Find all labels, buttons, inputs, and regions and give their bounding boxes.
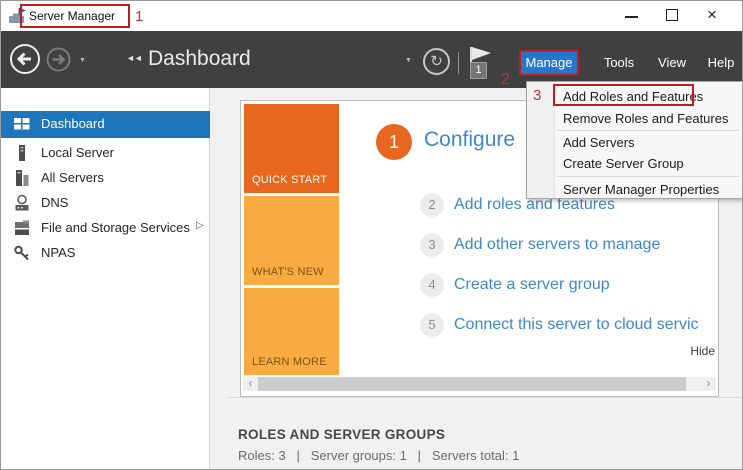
notification-count-badge[interactable]: 1 — [470, 62, 487, 79]
menu-view[interactable]: View — [650, 50, 694, 76]
expand-chevron-icon[interactable]: ▷ — [196, 220, 204, 231]
step-3-link[interactable]: Add other servers to manage — [454, 233, 660, 257]
menu-separator — [557, 176, 739, 177]
step-1-link[interactable]: Configure — [424, 128, 515, 152]
annotation-number-3: 3 — [533, 87, 541, 104]
file-storage-icon — [13, 219, 31, 237]
menu-item-remove-roles-and-features[interactable]: Remove Roles and Features — [563, 108, 728, 129]
refresh-icon: ↻ — [430, 53, 443, 70]
back-button[interactable] — [9, 43, 41, 75]
breadcrumb-collapse-icon[interactable]: ◄◄ — [126, 53, 142, 63]
step-5-badge: 5 — [420, 313, 444, 337]
quick-start-label: QUICK START — [252, 174, 327, 186]
sidebar-item-all-servers[interactable]: All Servers — [1, 165, 210, 190]
sidebar-item-dns[interactable]: DNS — [1, 190, 210, 215]
sidebar-item-npas[interactable]: NPAS — [1, 240, 210, 265]
menu-manage[interactable]: Manage — [519, 50, 579, 76]
quick-start-block: QUICK START — [244, 104, 339, 193]
learn-more-label: LEARN MORE — [252, 356, 327, 368]
sidebar-item-local-server[interactable]: Local Server — [1, 140, 210, 165]
menu-help[interactable]: Help — [700, 50, 742, 76]
horizontal-scrollbar[interactable]: ‹ › — [243, 377, 716, 391]
refresh-button[interactable]: ↻ — [423, 48, 450, 75]
menu-tools[interactable]: Tools — [595, 50, 643, 76]
roles-section-title: ROLES AND SERVER GROUPS — [238, 427, 445, 442]
sidebar-item-dashboard[interactable]: Dashboard — [1, 111, 210, 138]
dashboard-grid-icon — [13, 115, 31, 133]
annotation-number-1: 1 — [135, 8, 143, 25]
roles-section-stats: Roles: 3 | Server groups: 1 | Servers to… — [238, 448, 519, 463]
annotation-box-add-roles — [553, 84, 694, 106]
step-5-link[interactable]: Connect this server to cloud servic — [454, 313, 699, 337]
dns-icon — [13, 194, 31, 212]
breadcrumb: Dashboard — [148, 47, 251, 71]
whats-new-label: WHAT'S NEW — [252, 266, 324, 278]
scrollbar-thumb[interactable] — [258, 377, 686, 391]
step-1-badge: 1 — [376, 124, 412, 160]
refresh-dropdown-caret-icon[interactable]: ▼ — [405, 57, 412, 64]
maximize-icon — [666, 9, 678, 21]
menu-separator — [557, 130, 739, 131]
manage-dropdown-menu: 3 Add Roles and Features Remove Roles an… — [526, 81, 743, 199]
sidebar: Dashboard Local Server All Servers — [1, 88, 210, 470]
learn-more-block: LEARN MORE — [244, 288, 339, 375]
sidebar-item-file-storage-services[interactable]: File and Storage Services ▷ — [1, 215, 210, 240]
window-title: Server Manager — [29, 9, 115, 23]
scroll-left-icon[interactable]: ‹ — [243, 377, 258, 391]
minimize-button[interactable] — [615, 1, 647, 29]
step-4-badge: 4 — [420, 273, 444, 297]
forward-button[interactable] — [46, 47, 71, 72]
title-bar: Server Manager 1 × — [1, 1, 743, 31]
step-4-link[interactable]: Create a server group — [454, 273, 610, 297]
history-dropdown-caret-icon[interactable]: ▼ — [79, 57, 86, 64]
step-3-badge: 3 — [420, 233, 444, 257]
welcome-panel-divider — [226, 397, 743, 398]
navigation-bar: ▼ ◄◄ Dashboard ▼ ↻ 1 2 Manage Tools View… — [1, 31, 743, 88]
annotation-number-2: 2 — [501, 71, 510, 89]
all-servers-icon — [13, 169, 31, 187]
annotation-box-title: Server Manager — [20, 4, 130, 28]
close-button[interactable]: × — [696, 1, 728, 29]
forward-arrow-icon — [46, 47, 71, 72]
whats-new-block: WHAT'S NEW — [244, 196, 339, 285]
menu-item-create-server-group[interactable]: Create Server Group — [563, 153, 684, 174]
npas-key-icon — [13, 244, 31, 262]
minimize-icon — [625, 16, 638, 18]
hide-link[interactable]: Hide — [690, 344, 715, 358]
scroll-right-icon[interactable]: › — [701, 377, 716, 391]
close-icon: × — [707, 5, 717, 24]
maximize-button[interactable] — [656, 1, 688, 29]
step-2-badge: 2 — [420, 193, 444, 217]
local-server-icon — [13, 144, 31, 162]
nav-divider — [458, 52, 459, 74]
menu-item-add-servers[interactable]: Add Servers — [563, 132, 635, 153]
server-manager-window: Server Manager 1 × ▼ ◄◄ Dashboard ▼ ↻ — [0, 0, 743, 470]
back-arrow-icon — [9, 43, 41, 75]
menu-item-server-manager-properties[interactable]: Server Manager Properties — [563, 179, 719, 200]
